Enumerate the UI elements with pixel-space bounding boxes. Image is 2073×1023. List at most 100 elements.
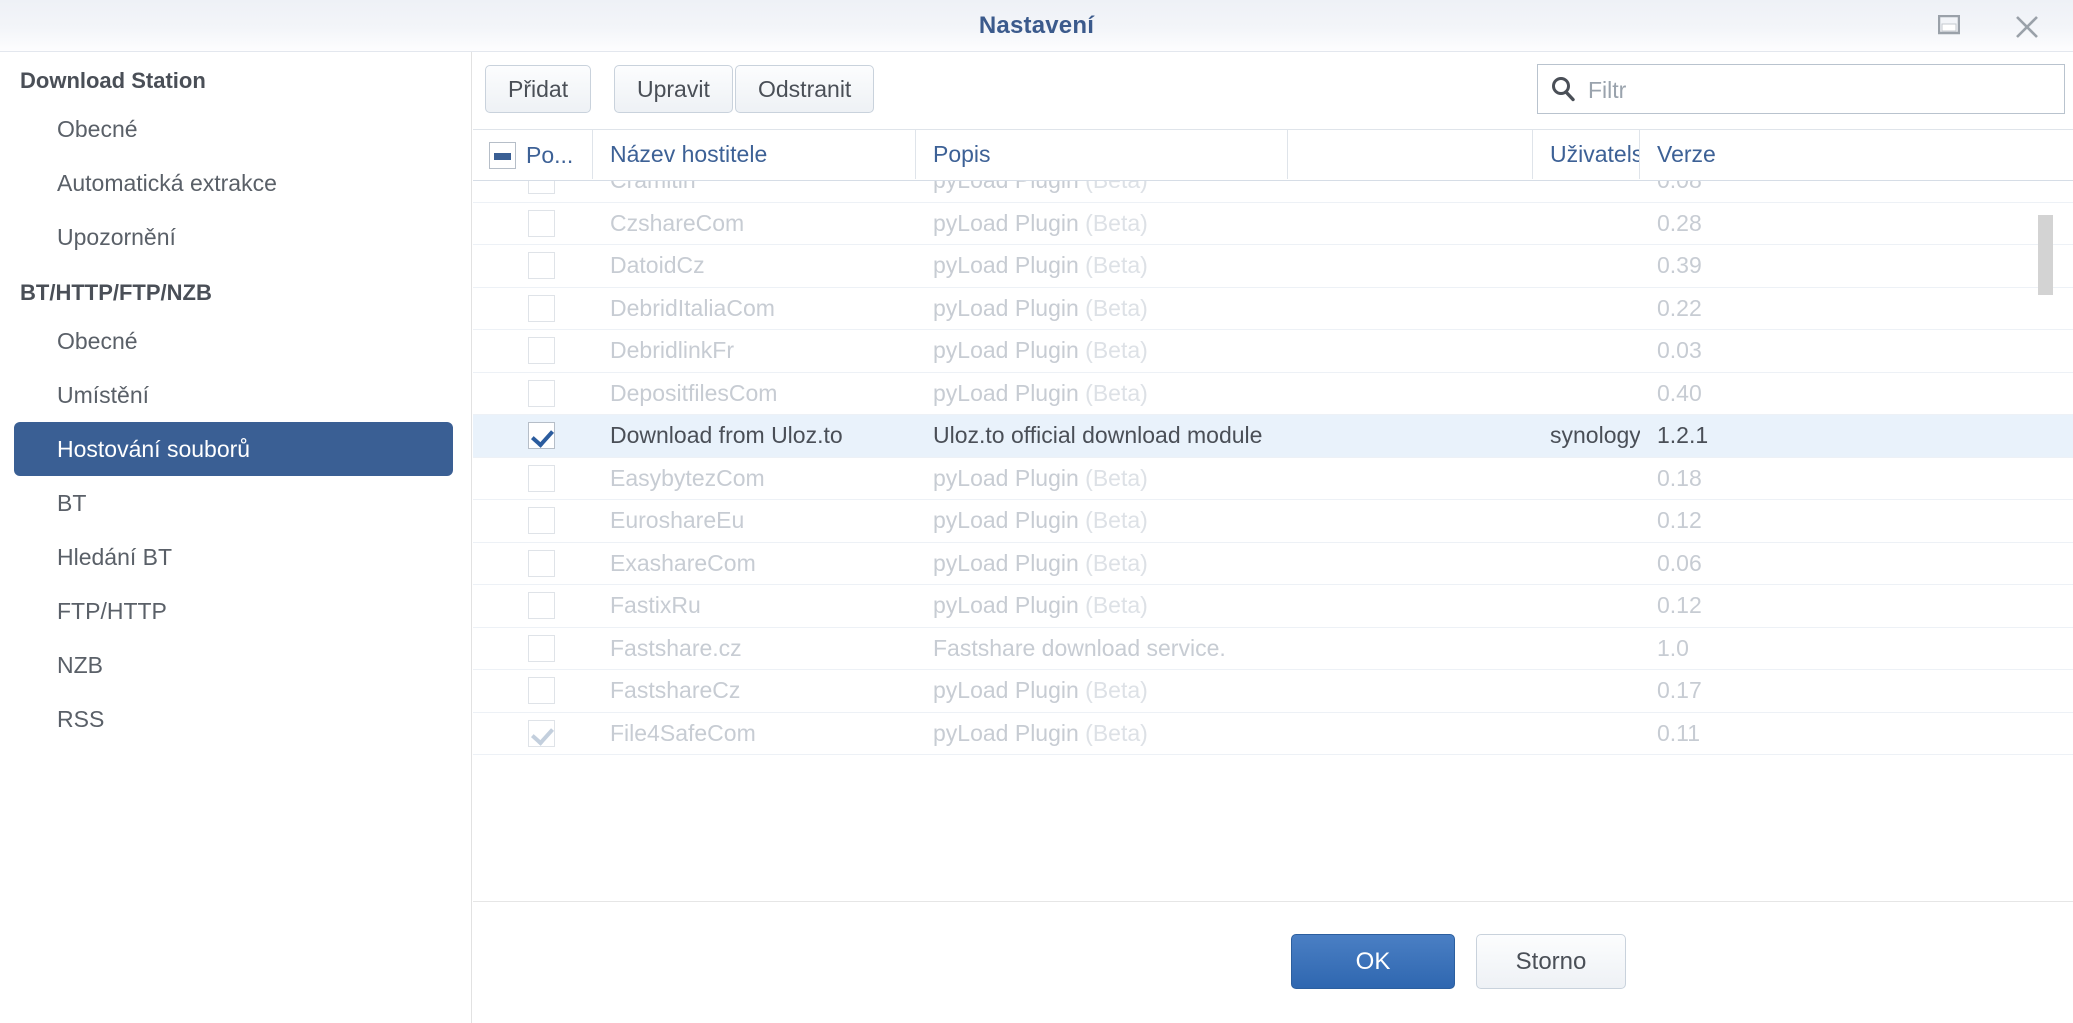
ok-button[interactable]: OK bbox=[1291, 934, 1455, 989]
edit-button[interactable]: Upravit bbox=[614, 65, 733, 113]
table-row[interactable]: File4SafeCom pyLoad Plugin (Beta) 0.11 bbox=[473, 712, 2073, 755]
beta-tag: (Beta) bbox=[1078, 592, 1148, 618]
sidebar-item-umisteni[interactable]: Umístění bbox=[14, 368, 453, 422]
sidebar-item-hostovani-souboru[interactable]: Hostování souborů bbox=[14, 422, 453, 476]
column-header-hostname[interactable]: Název hostitele bbox=[593, 130, 916, 179]
row-checkbox-cell[interactable] bbox=[473, 245, 593, 286]
column-header-enabled[interactable]: Po... bbox=[473, 130, 593, 179]
cell-description: pyLoad Plugin (Beta) bbox=[933, 379, 1148, 406]
cell-username bbox=[1533, 713, 1640, 754]
table-row[interactable]: EasybytezCom pyLoad Plugin (Beta) 0.18 bbox=[473, 457, 2073, 500]
sidebar-item-obecne-bt[interactable]: Obecné bbox=[14, 314, 453, 368]
cell-hostname: CzshareCom bbox=[610, 209, 745, 236]
table-row[interactable]: Download from Uloz.to Uloz.to official do… bbox=[473, 415, 2073, 458]
cell-hostname: DepositfilesCom bbox=[610, 379, 778, 406]
row-checkbox-cell[interactable] bbox=[473, 585, 593, 626]
row-checkbox-cell[interactable] bbox=[473, 288, 593, 329]
row-checkbox-cell[interactable] bbox=[473, 203, 593, 244]
cell-username bbox=[1533, 245, 1640, 286]
cell-description: pyLoad Plugin (Beta) bbox=[933, 294, 1148, 321]
delete-button[interactable]: Odstranit bbox=[735, 65, 875, 113]
row-checkbox[interactable] bbox=[528, 634, 555, 662]
table-row[interactable]: DepositfilesCom pyLoad Plugin (Beta) 0.40 bbox=[473, 372, 2073, 415]
table-row[interactable]: Fastshare.cz Fastshare download service. 1… bbox=[473, 627, 2073, 670]
row-checkbox-cell[interactable] bbox=[473, 415, 593, 456]
beta-tag: (Beta) bbox=[1078, 507, 1148, 533]
cell-hostname: FastixRu bbox=[610, 592, 701, 618]
table-row[interactable]: DebridlinkFr pyLoad Plugin (Beta) 0.03 bbox=[473, 330, 2073, 373]
row-checkbox-cell[interactable] bbox=[473, 628, 593, 669]
sidebar-item-bt[interactable]: BT bbox=[14, 476, 453, 530]
row-checkbox[interactable] bbox=[528, 592, 555, 619]
table-row[interactable]: FastixRu pyLoad Plugin (Beta) 0.12 bbox=[473, 585, 2073, 628]
settings-dialog: Nastavení Download Station Obecné Automa… bbox=[0, 0, 2073, 1023]
cell-username bbox=[1533, 203, 1640, 244]
sidebar-item-hledani-bt[interactable]: Hledání BT bbox=[14, 530, 453, 584]
cancel-button[interactable]: Storno bbox=[1476, 934, 1626, 989]
filter-input[interactable] bbox=[1586, 65, 2060, 115]
row-checkbox-cell[interactable] bbox=[473, 500, 593, 541]
row-checkbox-cell[interactable] bbox=[473, 373, 593, 414]
column-header-username[interactable]: Uživatelské jméno bbox=[1533, 130, 1640, 179]
row-checkbox[interactable] bbox=[528, 422, 555, 449]
row-checkbox[interactable] bbox=[528, 379, 555, 407]
column-header-description-spacer[interactable] bbox=[1288, 130, 1533, 179]
table-scrollbar-thumb[interactable] bbox=[2038, 215, 2053, 295]
sidebar-item-upozorneni[interactable]: Upozornění bbox=[14, 210, 453, 264]
cell-username bbox=[1533, 373, 1640, 414]
table-scrollbar[interactable] bbox=[2038, 180, 2053, 901]
table-row[interactable]: FastshareCz pyLoad Plugin (Beta) 0.17 bbox=[473, 670, 2073, 713]
cell-username bbox=[1533, 458, 1640, 499]
cell-hostname: FastshareCz bbox=[610, 677, 741, 703]
row-checkbox-cell[interactable] bbox=[473, 330, 593, 371]
sidebar-item-ftp-http[interactable]: FTP/HTTP bbox=[14, 584, 453, 638]
table-row[interactable]: EuroshareEu pyLoad Plugin (Beta) 0.12 bbox=[473, 500, 2073, 543]
cell-hostname: DebridlinkFr bbox=[610, 337, 734, 363]
cell-description: pyLoad Plugin (Beta) bbox=[933, 592, 1148, 618]
row-checkbox[interactable] bbox=[528, 252, 555, 279]
cell-version: 0.12 bbox=[1657, 592, 1702, 618]
sidebar-item-obecne-ds[interactable]: Obecné bbox=[14, 102, 453, 156]
row-checkbox[interactable] bbox=[528, 464, 555, 492]
table-row[interactable]: DatoidCz pyLoad Plugin (Beta) 0.39 bbox=[473, 245, 2073, 288]
cell-version: 0.40 bbox=[1657, 379, 1702, 406]
row-checkbox-cell[interactable] bbox=[473, 458, 593, 499]
cell-description: Fastshare download service. bbox=[933, 634, 1226, 661]
table-row[interactable]: DebridItaliaCom pyLoad Plugin (Beta) 0.22 bbox=[473, 287, 2073, 330]
row-checkbox[interactable] bbox=[528, 209, 555, 237]
row-checkbox-cell[interactable] bbox=[473, 713, 593, 754]
add-button[interactable]: Přidat bbox=[485, 65, 592, 113]
row-checkbox[interactable] bbox=[528, 549, 555, 577]
row-checkbox-cell[interactable] bbox=[473, 543, 593, 584]
title-bar: Nastavení bbox=[0, 0, 2073, 52]
sidebar-item-nzb[interactable]: NZB bbox=[14, 638, 453, 692]
row-checkbox-cell[interactable] bbox=[473, 670, 593, 711]
column-header-description[interactable]: Popis bbox=[916, 130, 1288, 179]
table-row[interactable]: CzshareCom pyLoad Plugin (Beta) 0.28 bbox=[473, 202, 2073, 245]
table-row[interactable]: ExashareCom pyLoad Plugin (Beta) 0.06 bbox=[473, 542, 2073, 585]
row-checkbox[interactable] bbox=[528, 507, 555, 534]
cell-description: pyLoad Plugin (Beta) bbox=[933, 677, 1148, 703]
sidebar-item-rss[interactable]: RSS bbox=[14, 692, 453, 746]
row-checkbox[interactable] bbox=[528, 677, 555, 704]
sidebar-item-automaticka-extrakce[interactable]: Automatická extrakce bbox=[14, 156, 453, 210]
cell-version: 1.0 bbox=[1657, 634, 1689, 661]
restore-window-icon[interactable] bbox=[1929, 8, 1969, 44]
cell-version: 0.17 bbox=[1657, 677, 1702, 703]
row-checkbox[interactable] bbox=[528, 337, 555, 364]
beta-tag: (Beta) bbox=[1078, 294, 1148, 321]
select-all-checkbox[interactable] bbox=[489, 142, 516, 170]
filter-field[interactable] bbox=[1537, 64, 2065, 115]
cell-version: 0.03 bbox=[1657, 337, 1702, 363]
table-toolbar: Přidat Upravit Odstranit bbox=[473, 52, 2073, 129]
cell-description: Uloz.to official download module bbox=[933, 422, 1263, 448]
row-checkbox[interactable] bbox=[528, 719, 555, 747]
cell-username bbox=[1533, 670, 1640, 711]
table-header-row: Po... Název hostitele Popis Uživatelské … bbox=[473, 130, 2073, 181]
dialog-footer: OK Storno bbox=[473, 901, 2073, 1023]
column-header-version[interactable]: Verze bbox=[1640, 130, 2073, 179]
row-checkbox[interactable] bbox=[528, 294, 555, 322]
cell-hostname: EuroshareEu bbox=[610, 507, 745, 533]
beta-tag: (Beta) bbox=[1078, 719, 1148, 746]
close-icon[interactable] bbox=[2007, 8, 2047, 44]
